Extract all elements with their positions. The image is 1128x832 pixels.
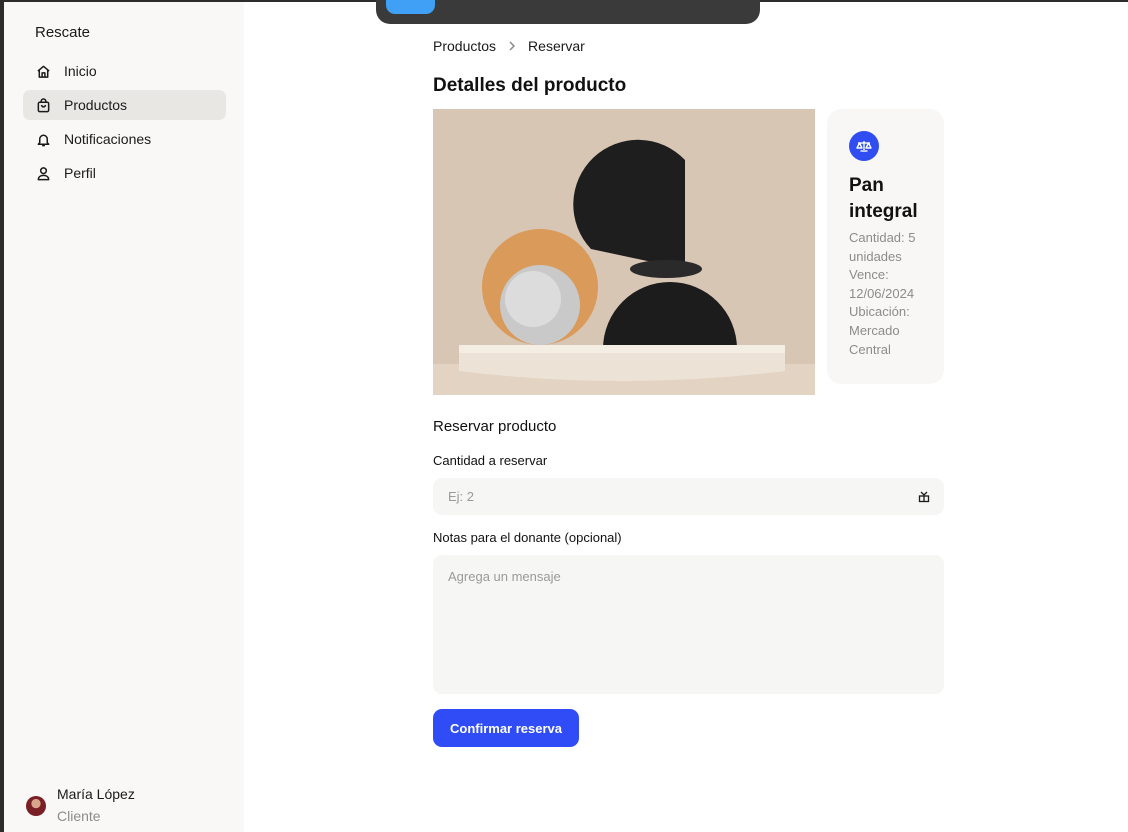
quantity-input[interactable]: Ej: 2 <box>433 478 944 515</box>
breadcrumb-reservar: Reservar <box>528 38 585 54</box>
quantity-label: Cantidad a reservar <box>433 453 548 468</box>
toolbar-button[interactable] <box>386 0 435 14</box>
shopping-bag-icon <box>35 97 51 113</box>
breadcrumb-productos[interactable]: Productos <box>433 38 496 54</box>
sidebar-item-inicio[interactable]: Inicio <box>23 56 226 86</box>
sidebar-item-notificaciones[interactable]: Notificaciones <box>23 124 226 154</box>
chevron-right-icon <box>508 41 516 51</box>
user-name: María López <box>57 786 135 802</box>
bell-icon <box>35 131 51 147</box>
app-name: Rescate <box>35 24 91 41</box>
user-role: Cliente <box>57 808 101 824</box>
sidebar-item-label: Notificaciones <box>64 131 152 147</box>
sidebar-nav: Inicio Productos Notificaciones Perfil <box>23 56 226 192</box>
floating-toolbar <box>376 0 760 24</box>
product-image <box>433 109 815 395</box>
user-icon <box>35 165 51 181</box>
reserve-section-title: Reservar producto <box>433 418 557 435</box>
product-name: Pan integral <box>849 175 918 222</box>
confirm-reservation-button[interactable]: Confirmar reserva <box>433 709 579 747</box>
product-details: Cantidad: 5 unidades Vence: 12/06/2024 U… <box>849 230 916 357</box>
scale-icon <box>849 131 879 161</box>
user-profile[interactable]: María López Cliente <box>26 785 135 825</box>
sidebar-item-perfil[interactable]: Perfil <box>23 158 226 188</box>
sidebar-item-productos[interactable]: Productos <box>23 90 226 120</box>
notes-textarea[interactable]: Agrega un mensaje <box>433 555 944 694</box>
sidebar: Rescate Inicio Productos Notificaciones … <box>4 2 244 832</box>
product-card: Pan integral Cantidad: 5 unidades Vence:… <box>827 109 944 384</box>
stepper-icon[interactable] <box>918 491 930 503</box>
page-title: Detalles del producto <box>433 75 627 96</box>
sidebar-item-label: Perfil <box>64 165 96 181</box>
notes-placeholder: Agrega un mensaje <box>448 569 561 584</box>
product-photo <box>433 109 815 395</box>
home-icon <box>35 63 51 79</box>
sidebar-item-label: Inicio <box>64 63 97 79</box>
notes-label: Notas para el donante (opcional) <box>433 530 622 545</box>
sidebar-item-label: Productos <box>64 97 128 113</box>
avatar <box>26 796 46 816</box>
quantity-placeholder: Ej: 2 <box>448 489 475 504</box>
breadcrumb: Productos Reservar <box>433 38 585 54</box>
